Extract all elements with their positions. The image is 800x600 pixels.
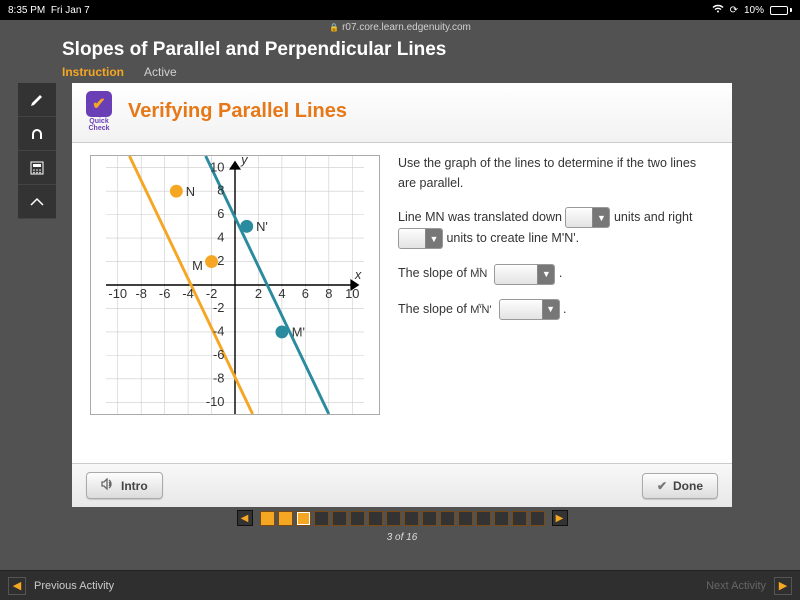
svg-text:y: y [240,155,249,167]
progress-step[interactable] [494,511,509,526]
progress-step[interactable] [476,511,491,526]
content-card: ✔ Quick Check Verifying Parallel Lines [72,83,732,507]
svg-text:-8: -8 [135,286,146,301]
check-icon: ✔ [86,91,112,117]
progress-step-current[interactable] [296,511,311,526]
progress-step[interactable] [512,511,527,526]
svg-text:6: 6 [217,206,224,221]
svg-text:4: 4 [278,286,285,301]
pencil-tool[interactable] [18,83,56,117]
progress-step[interactable] [350,511,365,526]
progress-step[interactable] [386,511,401,526]
orientation-lock-icon: ⟳ [730,5,738,16]
progress-step[interactable] [440,511,455,526]
progress-step[interactable] [422,511,437,526]
progress-step[interactable] [368,511,383,526]
svg-text:-6: -6 [159,286,170,301]
tab-active-label: Active [144,65,177,79]
next-activity-label[interactable]: Next Activity [706,580,766,592]
prev-activity-arrow[interactable]: ◀ [8,577,26,595]
svg-text:4: 4 [217,230,224,245]
bottom-bar: ◀ Previous Activity Next Activity ▶ [0,570,800,600]
chevron-down-icon: ▼ [542,300,559,319]
svg-text:-4: -4 [213,323,224,338]
collapse-tool[interactable] [18,185,56,219]
quick-check-badge: ✔ Quick Check [86,91,112,132]
svg-text:-2: -2 [213,300,224,315]
intro-button[interactable]: Intro [86,472,163,499]
progress-next[interactable]: ▶ [552,510,568,526]
prev-activity-label[interactable]: Previous Activity [34,580,114,592]
svg-text:-2: -2 [206,286,217,301]
coordinate-graph: -10 -8 -6 -4 -2 2 4 6 8 10 10 8 6 4 2 -2 -4 -6 -8 -10 x y N… [90,155,380,415]
progress-step[interactable] [458,511,473,526]
svg-text:10: 10 [210,159,224,174]
svg-text:M': M' [292,325,305,340]
svg-text:-6: -6 [213,347,224,362]
dropdown-units-right[interactable]: ▼ [398,228,443,249]
svg-text:10: 10 [345,286,359,301]
svg-text:8: 8 [325,286,332,301]
progress-step[interactable] [332,511,347,526]
svg-text:8: 8 [217,183,224,198]
status-time-date: 8:35 PM Fri Jan 7 [8,5,90,16]
next-activity-arrow[interactable]: ▶ [774,577,792,595]
battery-icon [770,6,792,15]
svg-text:N: N [186,184,195,199]
svg-text:x: x [354,267,362,282]
calculator-tool[interactable] [18,151,56,185]
progress-prev[interactable]: ◀ [237,510,253,526]
svg-text:-4: -4 [182,286,193,301]
progress-text: 3 of 16 [387,532,418,543]
lesson-header: Slopes of Parallel and Perpendicular Lin… [0,39,800,85]
svg-text:M: M [192,258,203,273]
lesson-title: Verifying Parallel Lines [128,100,347,123]
status-bar: 8:35 PM Fri Jan 7 ⟳ 10% [0,0,800,20]
audio-tool[interactable] [18,117,56,151]
tool-rail [18,83,56,219]
progress-row: ◀ ▶ 3 of 16 [72,510,732,543]
svg-text:6: 6 [302,286,309,301]
svg-text:-8: -8 [213,370,224,385]
dropdown-slope-mn[interactable]: ▼ [494,264,555,285]
chevron-down-icon: ▼ [537,265,554,284]
lock-icon: 🔒 [329,23,339,32]
check-icon: ✔ [657,479,667,493]
tab-instruction[interactable]: Instruction [62,65,124,79]
speaker-icon [101,478,115,493]
battery-percent: 10% [744,5,764,16]
dropdown-units-down[interactable]: ▼ [565,207,610,228]
url-bar: 🔒r07.core.learn.edgenuity.com [0,20,800,39]
svg-text:-10: -10 [108,286,127,301]
progress-step[interactable] [404,511,419,526]
svg-text:N': N' [256,219,268,234]
progress-step[interactable] [314,511,329,526]
progress-step[interactable] [530,511,545,526]
svg-text:2: 2 [255,286,262,301]
chevron-down-icon: ▼ [592,208,609,227]
progress-step[interactable] [260,511,275,526]
wifi-icon [712,4,724,16]
svg-text:-10: -10 [206,394,225,409]
progress-step[interactable] [278,511,293,526]
question-text: Use the graph of the lines to determine … [398,153,714,453]
chevron-down-icon: ▼ [425,229,442,248]
svg-text:2: 2 [217,253,224,268]
dropdown-slope-mpnp[interactable]: ▼ [499,299,560,320]
done-button[interactable]: ✔ Done [642,473,718,499]
page-title: Slopes of Parallel and Perpendicular Lin… [62,39,800,61]
